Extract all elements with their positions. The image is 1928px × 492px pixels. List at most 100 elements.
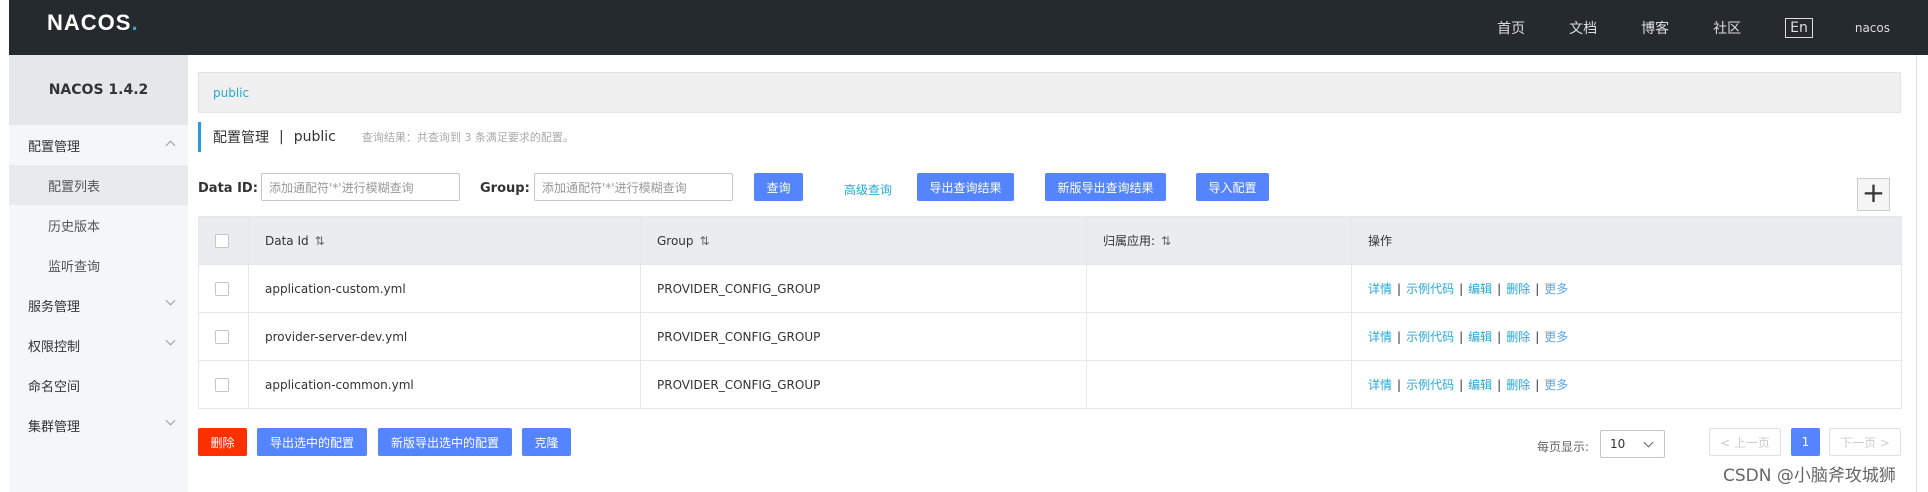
page-title: 配置管理 | public 查询结果：共查询到 3 条满足要求的配置。 — [198, 122, 574, 152]
namespace-bar: public — [198, 72, 1901, 113]
select-all-checkbox[interactable] — [215, 233, 229, 248]
op-separator: | — [1459, 330, 1464, 344]
op-separator: | — [1497, 282, 1502, 296]
chevron-down-icon — [165, 295, 176, 306]
more-link[interactable]: 更多 — [1544, 378, 1568, 392]
delete-selected-button[interactable]: 删除 — [198, 428, 247, 456]
dataid-search-input[interactable]: 添加通配符'*'进行模糊查询 — [261, 173, 460, 201]
sidebar-item-history[interactable]: 历史版本 — [9, 205, 188, 245]
sidebar-item-label: 配置管理 — [28, 139, 81, 155]
advanced-query-link[interactable]: 高级查询 — [844, 181, 892, 198]
namespace-public-link[interactable]: public — [213, 86, 249, 100]
delete-link[interactable]: 删除 — [1506, 282, 1530, 296]
column-app[interactable]: 归属应用: ⇅ — [1086, 216, 1352, 265]
sidebar-item-namespace[interactable]: 命名空间 — [9, 365, 188, 405]
row-select-cell — [198, 264, 249, 313]
op-separator: | — [1397, 330, 1402, 344]
delete-link[interactable]: 删除 — [1506, 378, 1530, 392]
op-separator: | — [1535, 378, 1540, 392]
edit-link[interactable]: 编辑 — [1468, 330, 1492, 344]
column-group[interactable]: Group ⇅ — [640, 216, 1087, 265]
row-checkbox[interactable] — [215, 377, 229, 392]
edit-link[interactable]: 编辑 — [1468, 378, 1492, 392]
current-page-button[interactable]: 1 — [1791, 428, 1820, 456]
per-page-select[interactable]: 10 — [1600, 430, 1665, 458]
sidebar-item-label: 配置列表 — [48, 179, 101, 195]
cell-group: PROVIDER_CONFIG_GROUP — [640, 360, 1087, 409]
per-page-label: 每页显示: — [1537, 440, 1590, 454]
sidebar-item-service-management[interactable]: 服务管理 — [9, 285, 188, 325]
query-result-info: 查询结果：共查询到 3 条满足要求的配置。 — [361, 131, 574, 144]
select-all-cell — [198, 216, 249, 265]
add-config-button[interactable]: + — [1857, 178, 1890, 211]
sample-code-link[interactable]: 示例代码 — [1406, 330, 1454, 344]
sort-icon[interactable]: ⇅ — [315, 234, 325, 248]
row-checkbox[interactable] — [215, 281, 229, 296]
cell-dataid: provider-server-dev.yml — [248, 312, 641, 361]
sidebar-item-access-control[interactable]: 权限控制 — [9, 325, 188, 365]
edit-link[interactable]: 编辑 — [1468, 282, 1492, 296]
watermark: CSDN @小脑斧攻城狮 — [1723, 466, 1896, 486]
sidebar-item-label: 集群管理 — [28, 419, 81, 435]
column-dataid[interactable]: Data Id ⇅ — [248, 216, 641, 265]
nav-blog[interactable]: 博客 — [1641, 18, 1669, 38]
delete-link[interactable]: 删除 — [1506, 330, 1530, 344]
table-row: application-common.yml PROVIDER_CONFIG_G… — [198, 360, 1902, 409]
op-separator: | — [1459, 282, 1464, 296]
op-separator: | — [1459, 378, 1464, 392]
config-table: Data Id ⇅ Group ⇅ 归属应用: ⇅ 操作 application-cu… — [198, 216, 1902, 409]
export-selected-new-button[interactable]: 新版导出选中的配置 — [378, 428, 512, 456]
language-toggle[interactable]: En — [1785, 17, 1813, 38]
sidebar-item-label: 历史版本 — [48, 219, 101, 235]
clone-button[interactable]: 克隆 — [522, 428, 571, 456]
nacos-logo[interactable]: NACOS. — [47, 10, 139, 36]
sample-code-link[interactable]: 示例代码 — [1406, 378, 1454, 392]
cell-app — [1086, 264, 1352, 313]
top-navbar: NACOS. 首页 文档 博客 社区 En nacos — [9, 0, 1928, 55]
cell-operations: 详情 | 示例代码 | 编辑 | 删除 | 更多 — [1351, 360, 1902, 409]
group-label: Group: — [480, 181, 530, 196]
column-label: Group — [657, 233, 694, 248]
column-label: 操作 — [1368, 234, 1393, 248]
nav-community[interactable]: 社区 — [1713, 18, 1741, 38]
group-search-input[interactable]: 添加通配符'*'进行模糊查询 — [534, 173, 733, 201]
prev-page-button[interactable]: < 上一页 — [1709, 428, 1781, 456]
sidebar-item-label: 命名空间 — [28, 379, 81, 395]
chevron-down-icon — [165, 335, 176, 346]
query-button[interactable]: 查询 — [754, 173, 803, 201]
more-link[interactable]: 更多 — [1544, 282, 1568, 296]
op-separator: | — [1535, 330, 1540, 344]
export-results-button[interactable]: 导出查询结果 — [917, 173, 1014, 201]
title-separator: | — [279, 129, 284, 145]
sort-icon[interactable]: ⇅ — [700, 234, 710, 248]
row-select-cell — [198, 360, 249, 409]
sidebar-item-cluster-management[interactable]: 集群管理 — [9, 405, 188, 445]
nav-docs[interactable]: 文档 — [1569, 18, 1597, 38]
detail-link[interactable]: 详情 — [1368, 282, 1392, 296]
chevron-down-icon — [165, 415, 176, 426]
sample-code-link[interactable]: 示例代码 — [1406, 282, 1454, 296]
chevron-down-icon — [1643, 437, 1654, 448]
detail-link[interactable]: 详情 — [1368, 330, 1392, 344]
more-link[interactable]: 更多 — [1544, 330, 1568, 344]
dataid-label: Data ID: — [198, 181, 258, 196]
user-menu[interactable]: nacos — [1855, 21, 1890, 35]
sidebar-item-config-management[interactable]: 配置管理 — [9, 125, 188, 165]
import-config-button[interactable]: 导入配置 — [1196, 173, 1269, 201]
nav-links: 首页 文档 博客 社区 En nacos — [1497, 0, 1928, 55]
sidebar-item-listener-query[interactable]: 监听查询 — [9, 245, 188, 285]
right-scrollbar[interactable] — [1916, 55, 1928, 492]
row-select-cell — [198, 312, 249, 361]
op-separator: | — [1535, 282, 1540, 296]
row-checkbox[interactable] — [215, 329, 229, 344]
page-namespace: public — [293, 129, 336, 145]
logo-text: NACOS — [47, 10, 132, 35]
next-page-button[interactable]: 下一页 > — [1829, 428, 1901, 456]
sidebar-item-config-list[interactable]: 配置列表 — [9, 165, 188, 205]
export-selected-button[interactable]: 导出选中的配置 — [257, 428, 367, 456]
sort-icon[interactable]: ⇅ — [1161, 234, 1171, 248]
export-results-new-button[interactable]: 新版导出查询结果 — [1045, 173, 1166, 201]
sidebar-title: NACOS 1.4.2 — [9, 55, 188, 125]
detail-link[interactable]: 详情 — [1368, 378, 1392, 392]
nav-home[interactable]: 首页 — [1497, 18, 1525, 38]
